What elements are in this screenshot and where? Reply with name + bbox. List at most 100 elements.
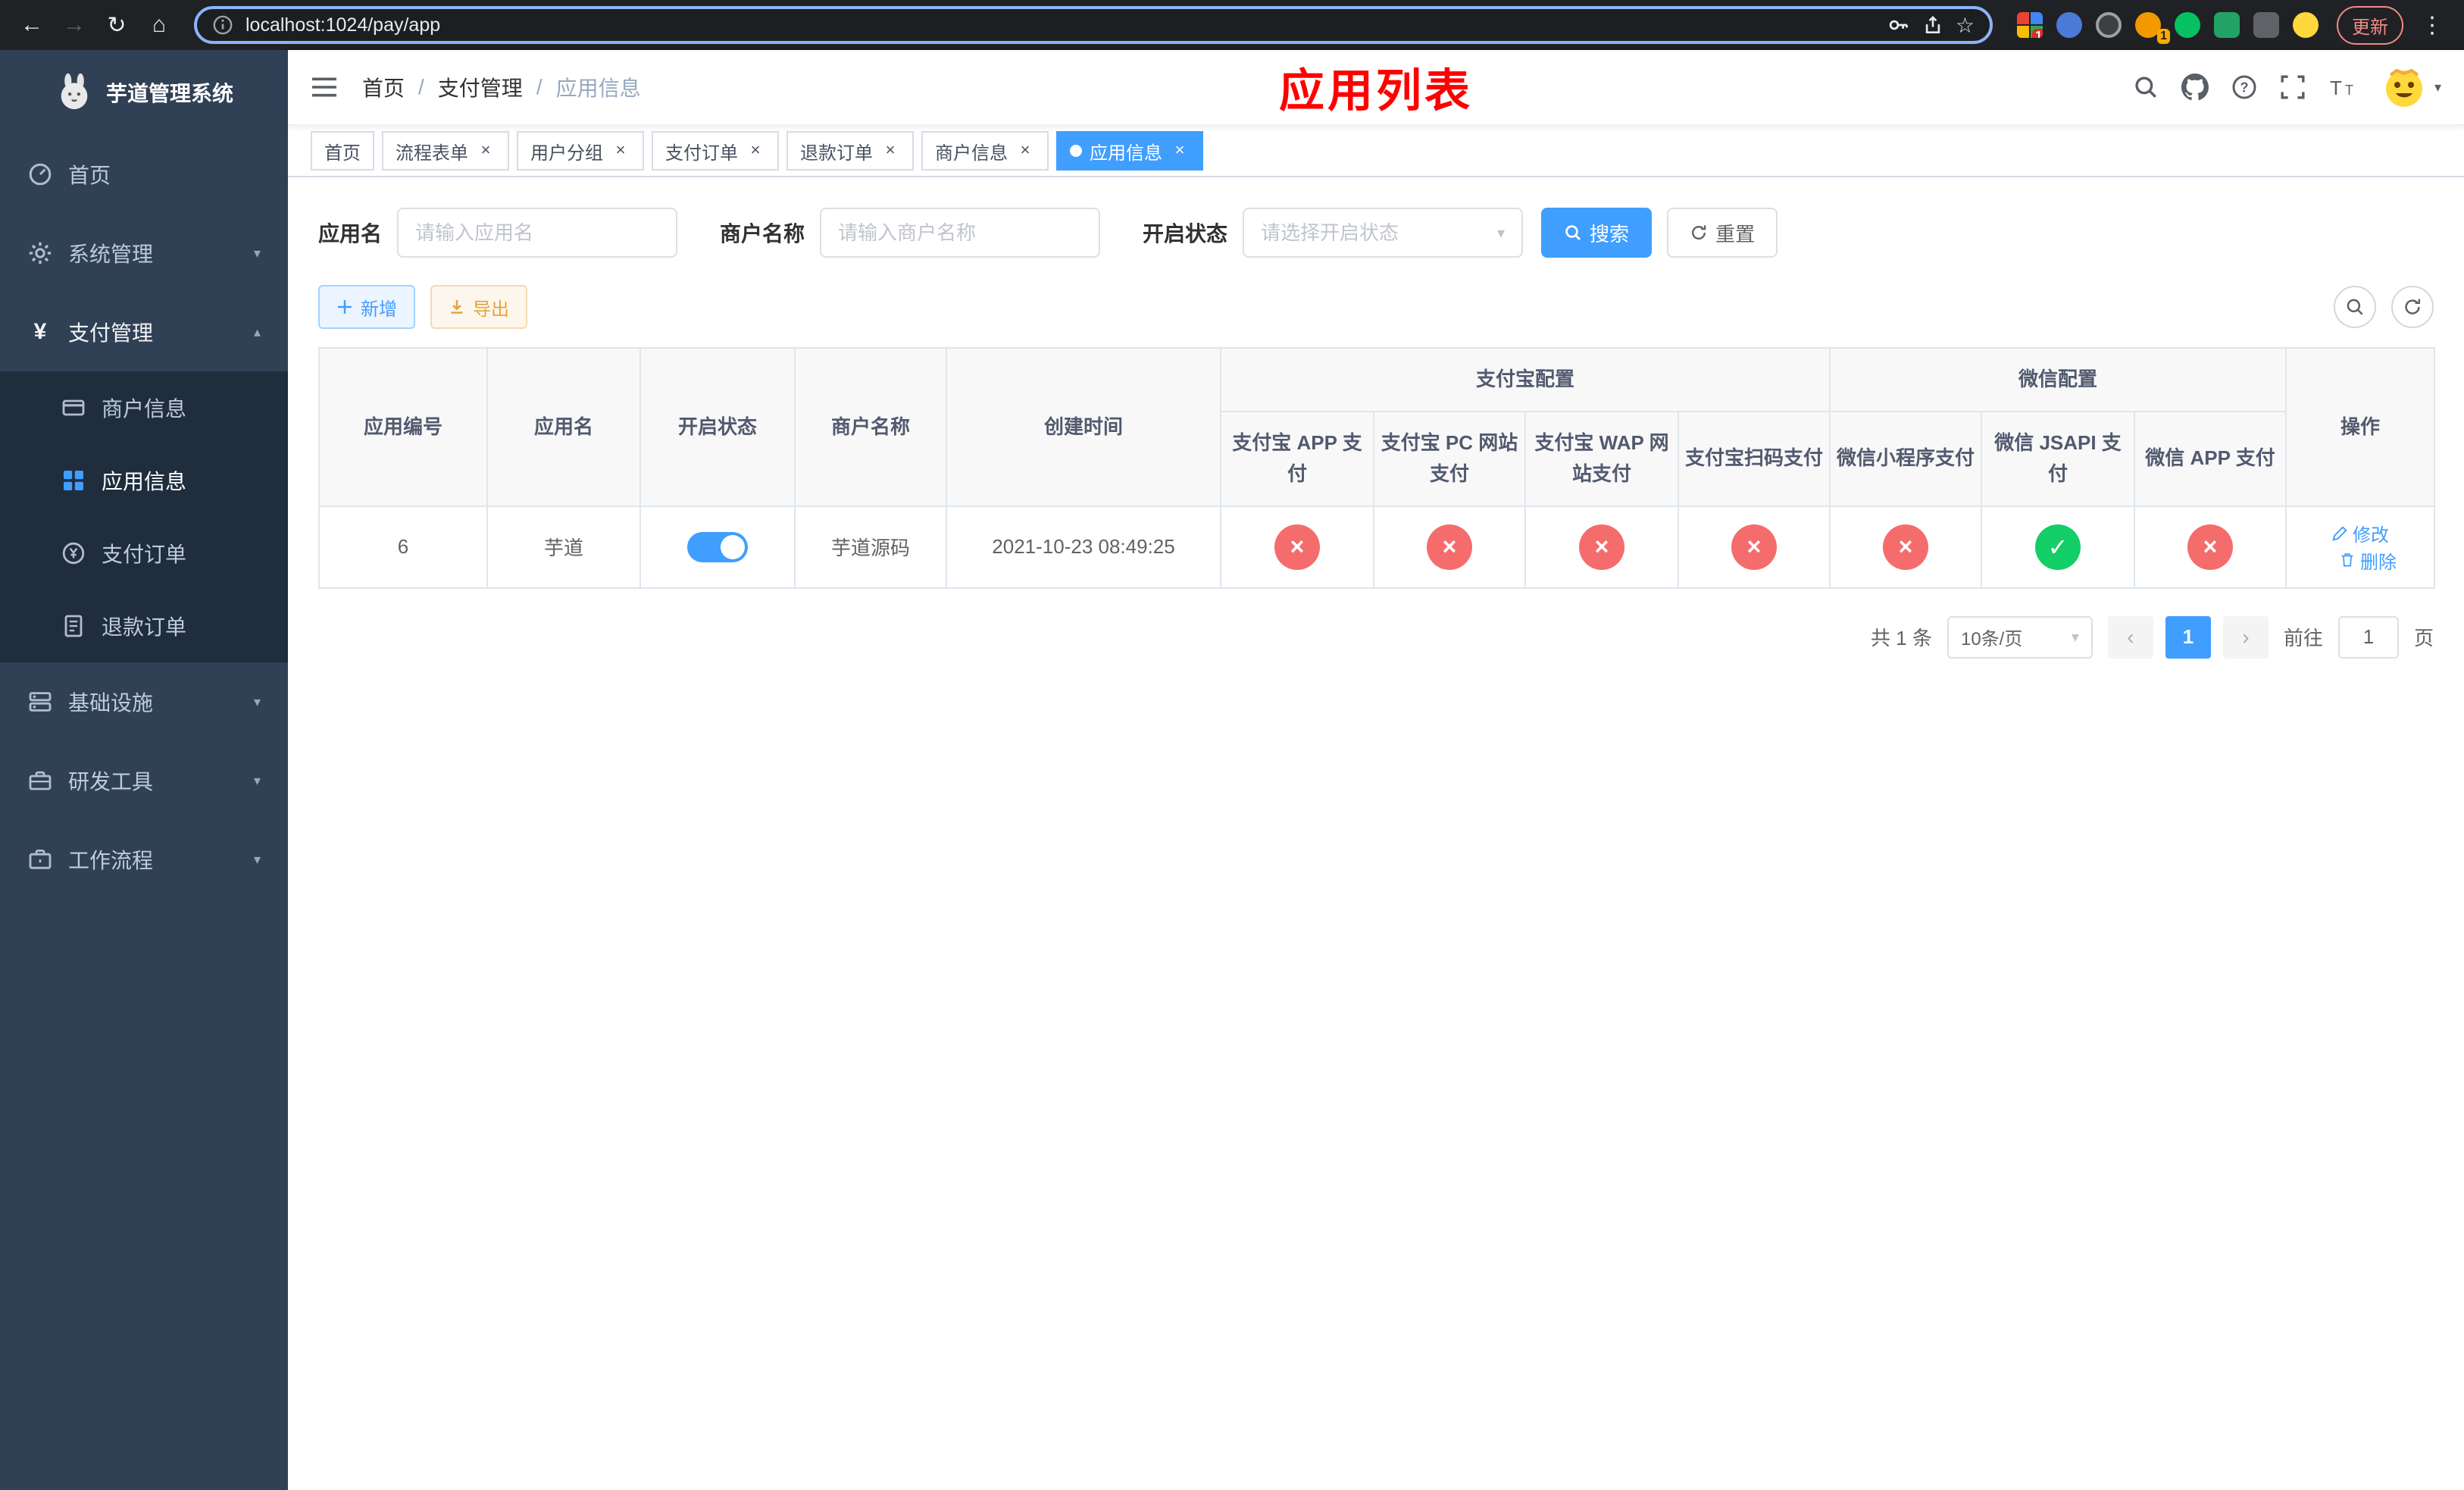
col-header-app-name: 应用名 bbox=[486, 346, 641, 507]
cell-alipay-app: × bbox=[1220, 505, 1374, 589]
breadcrumb-separator: / bbox=[418, 75, 424, 99]
browser-chrome: ← → ↻ ⌂ localhost:1024/pay/app ☆ 10 1 更新… bbox=[0, 0, 2464, 50]
reset-button[interactable]: 重置 bbox=[1667, 208, 1778, 258]
cell-wechat-app: × bbox=[2134, 505, 2287, 589]
add-button[interactable]: 新增 bbox=[318, 285, 415, 329]
page-number-button[interactable]: 1 bbox=[2165, 615, 2211, 659]
user-menu[interactable]: ▾ bbox=[2381, 64, 2441, 110]
svg-text:T: T bbox=[2345, 83, 2353, 98]
merchant-name-input[interactable] bbox=[838, 221, 1083, 245]
back-button[interactable]: ← bbox=[12, 5, 52, 45]
total-count: 共 1 条 bbox=[1871, 627, 1932, 650]
breadcrumb-payment[interactable]: 支付管理 bbox=[438, 72, 523, 102]
logo-avatar bbox=[55, 73, 94, 112]
delete-link-label: 删除 bbox=[2360, 552, 2397, 573]
forward-button[interactable]: → bbox=[55, 5, 94, 45]
breadcrumb-home[interactable]: 首页 bbox=[362, 72, 405, 102]
chrome-update-button[interactable]: 更新 bbox=[2337, 5, 2403, 45]
status-toggle[interactable] bbox=[687, 531, 748, 562]
tab-home[interactable]: 首页 bbox=[311, 131, 374, 171]
close-icon[interactable]: × bbox=[1015, 141, 1035, 161]
export-button[interactable]: 导出 bbox=[430, 285, 527, 329]
col-header-alipay-wap: 支付宝 WAP 网站支付 bbox=[1524, 410, 1679, 507]
search-icon[interactable] bbox=[2133, 74, 2159, 100]
tab-refund-order[interactable]: 退款订单 × bbox=[786, 131, 914, 171]
home-button[interactable]: ⌂ bbox=[139, 5, 179, 45]
app-name-field[interactable] bbox=[397, 208, 678, 258]
close-icon[interactable]: × bbox=[746, 141, 765, 161]
address-bar[interactable]: localhost:1024/pay/app ☆ bbox=[194, 6, 1993, 44]
cell-app-id: 6 bbox=[318, 505, 488, 589]
bookmark-star-icon[interactable]: ☆ bbox=[1956, 13, 1975, 38]
prev-page-button[interactable]: ‹ bbox=[2107, 615, 2153, 659]
status-select-input[interactable] bbox=[1261, 221, 1491, 245]
extension-icon-blue[interactable] bbox=[2056, 12, 2082, 38]
enabled-check-icon: ✓ bbox=[2035, 524, 2081, 570]
tab-process-form[interactable]: 流程表单 × bbox=[382, 131, 509, 171]
help-icon[interactable]: ? bbox=[2231, 74, 2257, 100]
cell-created: 2021-10-23 08:49:25 bbox=[946, 505, 1221, 589]
sidebar-item-system[interactable]: 系统管理 ▾ bbox=[0, 214, 288, 293]
sidebar-item-workflow[interactable]: 工作流程 ▾ bbox=[0, 820, 288, 899]
extension-icon-orange[interactable]: 1 bbox=[2135, 12, 2170, 44]
tab-merchant-info[interactable]: 商户信息 × bbox=[921, 131, 1049, 171]
extension-icon-dark-circle[interactable] bbox=[2096, 12, 2122, 38]
sidebar-item-infrastructure[interactable]: 基础设施 ▾ bbox=[0, 662, 288, 741]
add-button-label: 新增 bbox=[361, 299, 397, 320]
extension-icon-emoji[interactable] bbox=[2293, 12, 2319, 38]
hamburger-icon[interactable] bbox=[311, 75, 338, 99]
sidebar-item-app-info[interactable]: 应用信息 bbox=[0, 444, 288, 517]
goto-label: 前往 bbox=[2283, 627, 2323, 650]
chevron-down-icon: ▾ bbox=[253, 245, 261, 261]
cell-ops: 修改 删除 bbox=[2285, 505, 2436, 589]
tab-pay-order[interactable]: 支付订单 × bbox=[652, 131, 779, 171]
sidebar-item-merchant-info[interactable]: 商户信息 bbox=[0, 371, 288, 444]
merchant-name-field[interactable] bbox=[820, 208, 1101, 258]
sidebar-item-payment[interactable]: ¥ 支付管理 ▴ bbox=[0, 293, 288, 371]
close-icon[interactable]: × bbox=[1170, 141, 1190, 161]
extension-icon-mosaic[interactable]: 10 bbox=[2017, 12, 2043, 38]
sidebar-item-refund-order[interactable]: 退款订单 bbox=[0, 590, 288, 662]
tab-app-info[interactable]: 应用信息 × bbox=[1056, 131, 1203, 171]
share-icon[interactable] bbox=[1922, 14, 1943, 36]
sidebar-item-home[interactable]: 首页 bbox=[0, 135, 288, 214]
yen-icon: ¥ bbox=[33, 319, 47, 344]
goto-page-input[interactable] bbox=[2337, 615, 2399, 659]
extensions-tray: 10 1 bbox=[2008, 12, 2328, 44]
github-icon[interactable] bbox=[2181, 74, 2209, 101]
chrome-menu-button[interactable]: ⋮ bbox=[2412, 5, 2452, 45]
close-icon[interactable]: × bbox=[611, 141, 630, 161]
font-size-icon[interactable]: TT bbox=[2328, 75, 2359, 99]
search-button[interactable]: 搜索 bbox=[1541, 208, 1653, 258]
site-info-icon[interactable] bbox=[212, 14, 233, 36]
close-icon[interactable]: × bbox=[880, 141, 900, 161]
merchant-card-icon bbox=[61, 396, 86, 420]
password-key-icon[interactable] bbox=[1887, 14, 1910, 36]
extension-icon-green-square[interactable] bbox=[2214, 12, 2240, 38]
next-page-button[interactable]: › bbox=[2222, 615, 2269, 659]
navbar-actions: ? TT ▾ bbox=[2133, 64, 2441, 110]
col-header-merchant: 商户名称 bbox=[794, 346, 947, 507]
extension-icon-wechat[interactable] bbox=[2175, 12, 2200, 38]
dashboard-icon bbox=[27, 162, 53, 186]
page-size-select[interactable]: 10条/页 ▾ bbox=[1946, 615, 2093, 659]
sidebar-item-pay-order[interactable]: 支付订单 bbox=[0, 517, 288, 590]
refresh-button[interactable] bbox=[2391, 286, 2434, 328]
sidebar-item-dev-tools[interactable]: 研发工具 ▾ bbox=[0, 741, 288, 820]
edit-link[interactable]: 修改 bbox=[2331, 520, 2389, 546]
extension-icon-gray-square[interactable] bbox=[2253, 12, 2279, 38]
cell-status bbox=[639, 505, 796, 589]
tab-user-group[interactable]: 用户分组 × bbox=[517, 131, 644, 171]
app-table: 应用编号 应用名 开启状态 商户名称 创建时间 支付宝配置 微信配置 操作 支付… bbox=[318, 346, 2436, 589]
chevron-down-icon: ▾ bbox=[2071, 629, 2079, 646]
delete-link[interactable]: 删除 bbox=[2339, 547, 2397, 574]
close-icon[interactable]: × bbox=[476, 141, 496, 161]
payment-submenu: 商户信息 应用信息 支付订单 退款订单 bbox=[0, 371, 288, 662]
reload-button[interactable]: ↻ bbox=[97, 5, 136, 45]
toggle-search-button[interactable] bbox=[2334, 286, 2376, 328]
status-select[interactable]: ▾ bbox=[1243, 208, 1524, 258]
app-name-input[interactable] bbox=[415, 221, 660, 245]
fullscreen-icon[interactable] bbox=[2280, 74, 2306, 100]
app-grid-icon bbox=[61, 468, 86, 493]
active-tab-dot bbox=[1070, 145, 1082, 157]
